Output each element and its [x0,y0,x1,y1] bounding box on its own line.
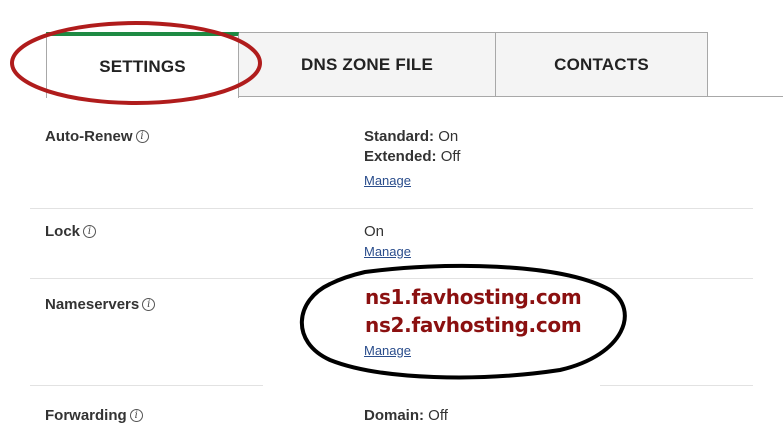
standard-key: Standard: [364,128,435,145]
lock-manage-link[interactable]: Manage [364,244,411,259]
extended-value: Off [440,148,461,165]
auto-renew-standard: Standard: On [364,128,458,145]
domain-value: Off [428,407,448,424]
nameserver-1: ns1.favhosting.com [365,285,582,309]
row-divider [600,385,753,386]
info-icon[interactable]: i [83,225,97,238]
forwarding-label: Forwarding i [45,407,143,424]
lock-label: Lock i [45,223,97,240]
auto-renew-manage-link[interactable]: Manage [364,173,411,188]
tab-contacts[interactable]: CONTACTS [495,32,708,96]
extended-key: Extended: [364,148,437,165]
domain-key: Domain: [364,407,424,424]
nameservers-label: Nameservers i [45,296,156,313]
tab-bar: SETTINGS DNS ZONE FILE CONTACTS [0,0,783,98]
info-icon[interactable]: i [135,130,149,143]
forwarding-domain: Domain: Off [364,407,448,424]
tab-dns-zone-file[interactable]: DNS ZONE FILE [238,32,496,96]
standard-value: On [438,128,459,145]
lock-value: On [364,223,385,240]
row-divider [30,385,263,386]
nameserver-2: ns2.favhosting.com [365,313,582,337]
lock-label-text: Lock [45,223,81,240]
auto-renew-label-text: Auto-Renew [45,128,133,145]
nameservers-label-text: Nameservers [45,296,140,313]
tab-bar-baseline [238,96,783,97]
row-divider [30,278,753,279]
info-icon[interactable]: i [142,298,156,311]
auto-renew-extended: Extended: Off [364,148,460,165]
info-icon[interactable]: i [129,409,143,422]
tab-settings[interactable]: SETTINGS [46,32,239,98]
auto-renew-label: Auto-Renew i [45,128,149,145]
nameservers-manage-link[interactable]: Manage [364,343,411,358]
forwarding-label-text: Forwarding [45,407,127,424]
row-divider [30,208,753,209]
